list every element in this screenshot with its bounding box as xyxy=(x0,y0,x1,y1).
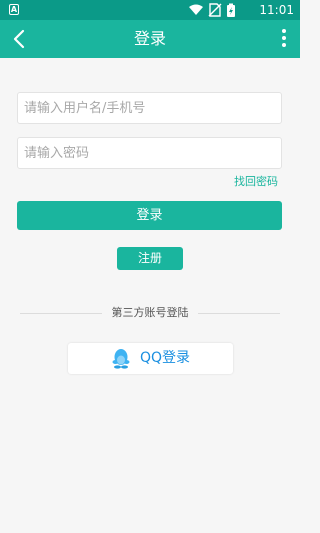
divider-right xyxy=(198,313,280,314)
wifi-icon xyxy=(189,4,203,15)
more-vertical-icon xyxy=(278,29,290,47)
qq-penguin-icon xyxy=(112,349,130,369)
page-title: 登录 xyxy=(133,29,166,48)
no-sim-icon xyxy=(208,3,222,17)
divider-left xyxy=(20,313,102,314)
forgot-password-link[interactable]: 找回密码 xyxy=(234,173,278,189)
more-options-button[interactable] xyxy=(278,27,290,51)
status-icons xyxy=(189,3,235,17)
status-time: 11:01 xyxy=(259,3,294,17)
qq-login-button[interactable]: QQ登录 xyxy=(68,343,233,374)
username-input[interactable] xyxy=(17,92,282,124)
app-bar: 登录 xyxy=(0,20,300,58)
notification-icon: A xyxy=(9,4,19,15)
status-bar: A 11:01 xyxy=(0,0,300,20)
third-party-login-label: 第三方账号登陆 xyxy=(111,306,189,319)
login-button[interactable]: 登录 xyxy=(17,201,282,230)
password-input[interactable] xyxy=(17,137,282,169)
qq-login-label: QQ登录 xyxy=(140,350,191,366)
register-button[interactable]: 注册 xyxy=(117,247,183,270)
battery-charging-icon xyxy=(227,3,235,17)
